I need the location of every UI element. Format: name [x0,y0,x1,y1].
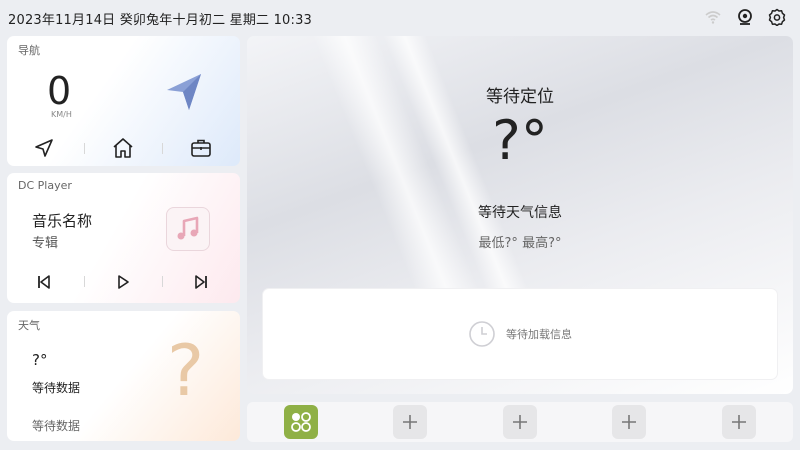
next-button[interactable] [186,267,216,297]
add-app-button[interactable] [722,405,756,439]
wifi-icon [704,8,722,26]
apps-button[interactable] [284,405,318,439]
album-art [166,207,210,251]
music-note-icon [177,216,199,240]
previous-button[interactable] [29,267,59,297]
navigate-icon [35,139,53,157]
main-temperature: ?° [492,109,548,172]
next-icon [195,275,207,289]
unknown-weather-icon: ? [167,330,205,412]
camera-icon[interactable] [736,8,754,26]
add-icon [513,415,527,429]
main-weather-panel[interactable]: 等待定位 ?° 等待天气信息 最低?° 最高?° 等待加载信息 [247,36,793,394]
divider [162,276,163,287]
app-dock [247,402,793,442]
add-app-button[interactable] [612,405,646,439]
navigation-card-title: 导航 [18,44,40,57]
weather-status: 等待数据 [32,381,81,395]
add-icon [732,415,746,429]
datetime-text: 2023年11月14日 癸卯兔年十月初二 星期二 10:33 [8,13,313,28]
player-card-title: DC Player [18,179,72,192]
weather-card-title: 天气 [18,319,40,332]
home-icon [113,138,133,158]
apps-icon [291,412,311,432]
add-icon [622,415,636,429]
briefcase-icon [191,139,211,157]
navigation-card[interactable]: 导航 0 KM/H [7,36,240,166]
clock-icon [469,321,495,347]
settings-icon[interactable] [768,8,786,27]
speed-value: 0 [47,69,72,113]
location-text: 等待定位 [486,87,554,107]
divider [162,143,163,154]
weather-temperature: ?° [32,351,48,369]
weather-card[interactable]: 天气 ?° 等待数据 等待数据 ? [7,311,240,441]
song-title: 音乐名称 [32,212,93,230]
divider [84,143,85,154]
navigation-button-row [7,133,240,163]
player-controls [7,267,240,295]
weather-info-text: 等待天气信息 [478,205,562,221]
play-button[interactable] [108,267,138,297]
status-icons [704,8,786,27]
weather-status-secondary: 等待数据 [32,419,81,433]
min-max-temperature: 最低?° 最高?° [478,236,562,251]
play-icon [118,275,129,289]
add-app-button[interactable] [503,405,537,439]
add-app-button[interactable] [393,405,427,439]
forecast-box: 等待加载信息 [263,289,777,379]
divider [84,276,85,287]
previous-icon [38,275,50,289]
album-name: 专辑 [32,236,59,251]
navigate-button[interactable] [29,133,59,163]
company-button[interactable] [186,133,216,163]
loading-text: 等待加载信息 [506,328,572,341]
loading-indicator: 等待加载信息 [468,320,572,348]
add-icon [403,415,417,429]
home-button[interactable] [108,133,138,163]
music-player-card[interactable]: DC Player 音乐名称 专辑 [7,173,240,303]
speed-unit: KM/H [51,110,72,119]
status-bar: 2023年11月14日 癸卯兔年十月初二 星期二 10:33 [0,0,800,35]
